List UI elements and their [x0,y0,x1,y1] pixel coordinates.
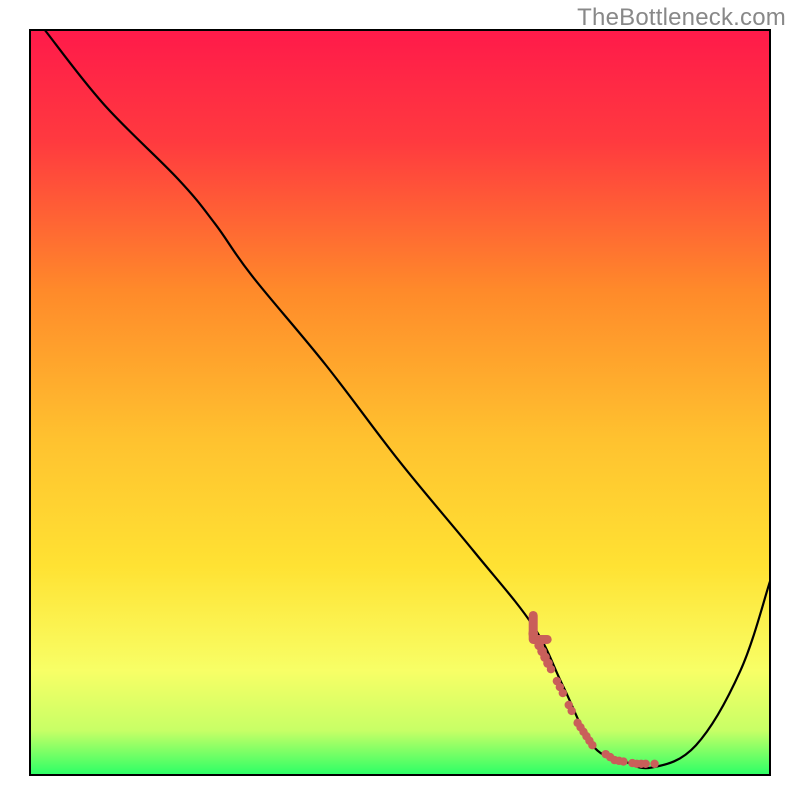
chart-svg [0,0,800,800]
watermark-label: TheBottleneck.com [577,4,786,32]
chart-container: TheBottleneck.com [0,0,800,800]
